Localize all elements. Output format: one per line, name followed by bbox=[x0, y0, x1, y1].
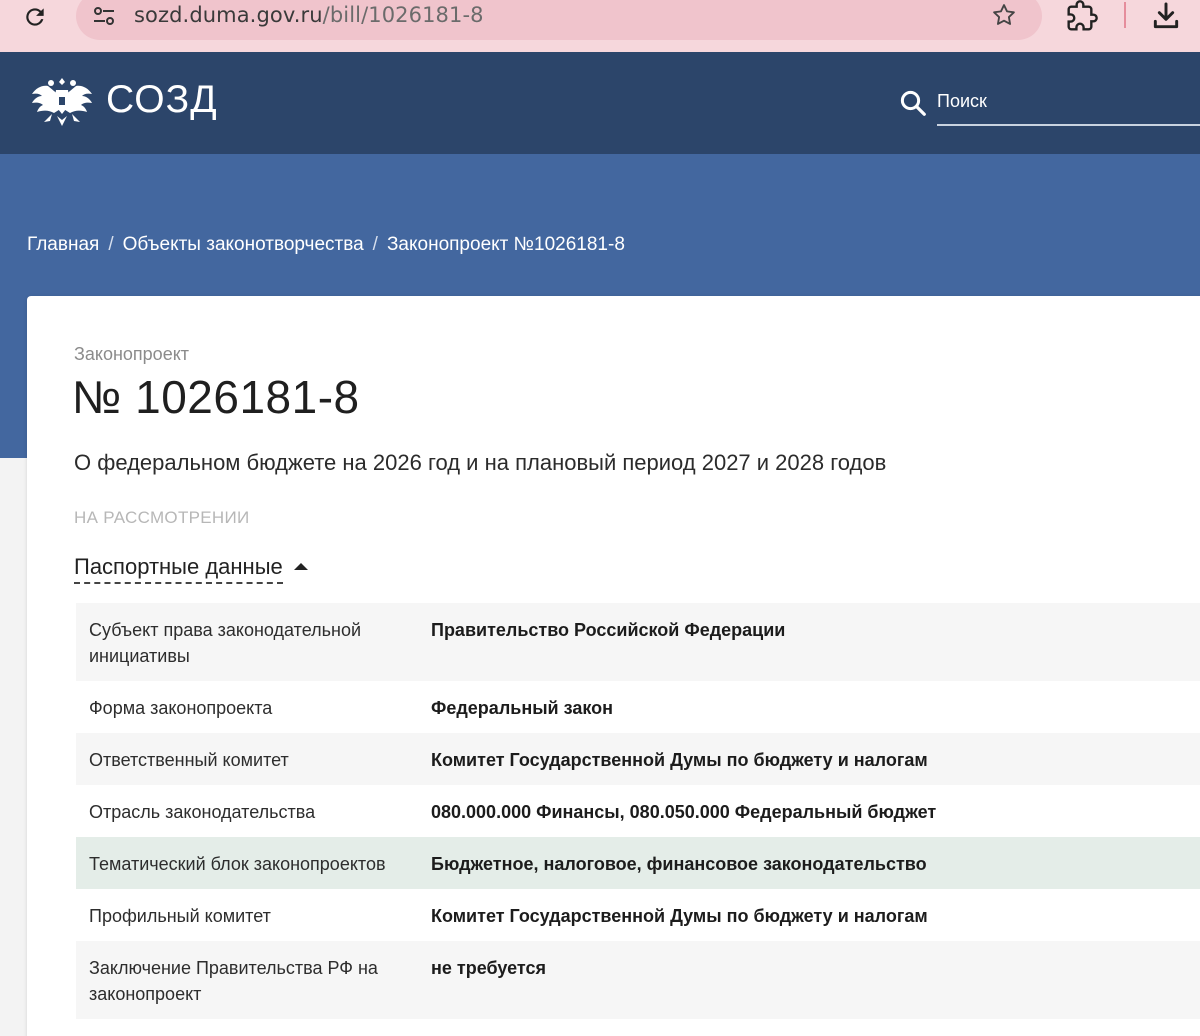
bookmark-star-icon[interactable] bbox=[990, 1, 1020, 31]
table-row: Субъект права законодательной инициативы… bbox=[76, 603, 1200, 681]
reload-icon[interactable] bbox=[18, 2, 52, 32]
address-bar[interactable]: sozd.duma.gov.ru/bill/1026181-8 bbox=[76, 0, 1042, 40]
table-row: Ответственный комитет Комитет Государств… bbox=[76, 733, 1200, 785]
breadcrumb-home[interactable]: Главная bbox=[27, 234, 99, 255]
bill-card: Законопроект № 1026181-8 О федеральном б… bbox=[27, 296, 1200, 1036]
passport-section-label[interactable]: Паспортные данные bbox=[74, 554, 283, 584]
breadcrumb: Главная / Объекты законотворчества / Законоп… bbox=[27, 234, 625, 256]
row-value: Комитет Государственной Думы по бюджету … bbox=[431, 750, 928, 770]
row-value: Федеральный закон bbox=[431, 698, 613, 718]
bill-title: О федеральном бюджете на 2026 год и на п… bbox=[74, 450, 887, 475]
passport-section-toggle[interactable]: Паспортные данные bbox=[74, 554, 308, 584]
table-row: Отрасль законодательства 080.000.000 Фин… bbox=[76, 785, 1200, 837]
site-logo-text[interactable]: СОЗД bbox=[106, 78, 218, 122]
bill-status: НА РАССМОТРЕНИИ bbox=[74, 508, 250, 527]
table-row: Профильный комитет Комитет Государственн… bbox=[76, 889, 1200, 941]
toolbar-divider bbox=[1124, 2, 1126, 28]
double-headed-eagle-icon[interactable] bbox=[26, 64, 98, 136]
download-icon[interactable] bbox=[1150, 0, 1184, 32]
caret-up-icon[interactable] bbox=[293, 562, 308, 570]
url-text[interactable]: sozd.duma.gov.ru/bill/1026181-8 bbox=[134, 3, 484, 27]
row-label: Форма законопроекта bbox=[89, 698, 273, 718]
row-value: 080.000.000 Финансы, 080.050.000 Федерал… bbox=[431, 802, 937, 822]
table-row: Форма законопроекта Федеральный закон bbox=[76, 681, 1200, 733]
row-value: Бюджетное, налоговое, финансовое законод… bbox=[431, 854, 927, 874]
browser-toolbar: sozd.duma.gov.ru/bill/1026181-8 bbox=[0, 0, 1200, 52]
breadcrumb-current-bill: Законопроект №1026181-8 bbox=[386, 234, 625, 255]
extensions-puzzle-icon[interactable] bbox=[1066, 0, 1100, 32]
row-label: Субъект права законодательной инициативы bbox=[89, 620, 362, 666]
row-label: Заключение Правительства РФ на законопро… bbox=[89, 958, 378, 1004]
site-info-icon[interactable] bbox=[90, 2, 118, 30]
breadcrumb-separator: / bbox=[372, 234, 378, 255]
row-value: Комитет Государственной Думы по бюджету … bbox=[431, 906, 928, 926]
table-row-hovered: Тематический блок законопроектов Бюджетн… bbox=[76, 837, 1200, 889]
breadcrumb-separator: / bbox=[108, 234, 114, 255]
bill-number: № 1026181-8 bbox=[72, 371, 360, 423]
row-value: Правительство Российской Федерации bbox=[431, 620, 786, 640]
row-label: Отрасль законодательства bbox=[89, 802, 316, 822]
bill-kind-label: Законопроект bbox=[74, 344, 190, 364]
row-label: Ответственный комитет bbox=[89, 750, 289, 770]
row-label: Тематический блок законопроектов bbox=[89, 854, 386, 874]
table-row: Заключение Правительства РФ на законопро… bbox=[76, 941, 1200, 1019]
row-value: не требуется bbox=[431, 958, 546, 978]
search-icon[interactable] bbox=[898, 88, 928, 118]
site-header: СОЗД bbox=[0, 52, 1200, 154]
breadcrumb-lawmaking-objects[interactable]: Объекты законотворчества bbox=[123, 234, 364, 255]
row-label: Профильный комитет bbox=[89, 906, 271, 926]
passport-table: Субъект права законодательной инициативы… bbox=[76, 603, 1200, 1019]
search-input[interactable] bbox=[937, 84, 1200, 126]
